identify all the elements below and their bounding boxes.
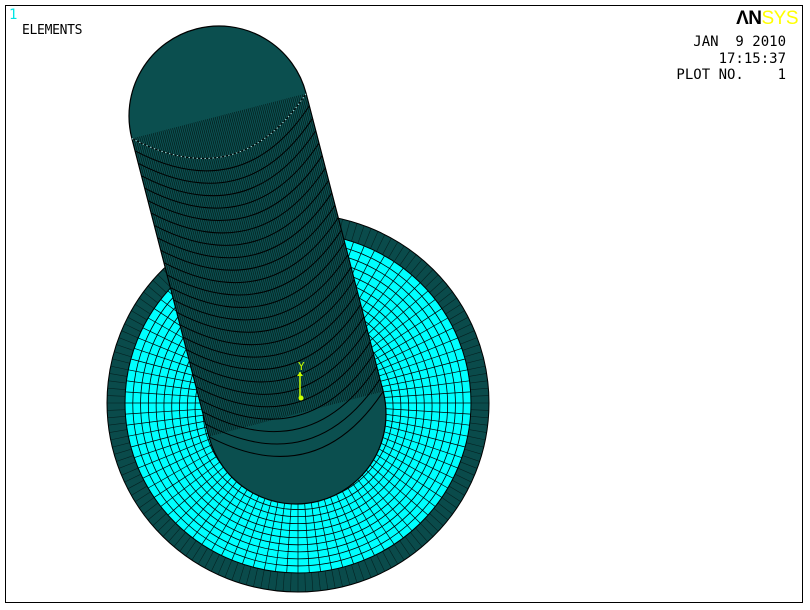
- plot-number: PLOT NO. 1: [676, 67, 786, 83]
- ansys-logo: ΛNSYS: [736, 8, 798, 30]
- plot-date: JAN 9 2010: [693, 34, 786, 50]
- logo-sys: SYS: [761, 8, 798, 29]
- element-plot[interactable]: Y: [6, 6, 803, 603]
- plot-type-label: ELEMENTS: [22, 23, 83, 38]
- logo-an: ΛN: [736, 8, 762, 29]
- plot-time: 17:15:37: [718, 50, 786, 67]
- graphics-window[interactable]: Y 1 ELEMENTS ΛNSYS JAN 9 2010 17:15:37 PLO…: [5, 5, 803, 603]
- triad-y-label: Y: [298, 360, 305, 373]
- triad-origin: [298, 395, 304, 401]
- plot-stamp: JAN 9 2010 17:15:37 PLOT NO. 1: [676, 34, 786, 84]
- window-number: 1: [9, 7, 18, 23]
